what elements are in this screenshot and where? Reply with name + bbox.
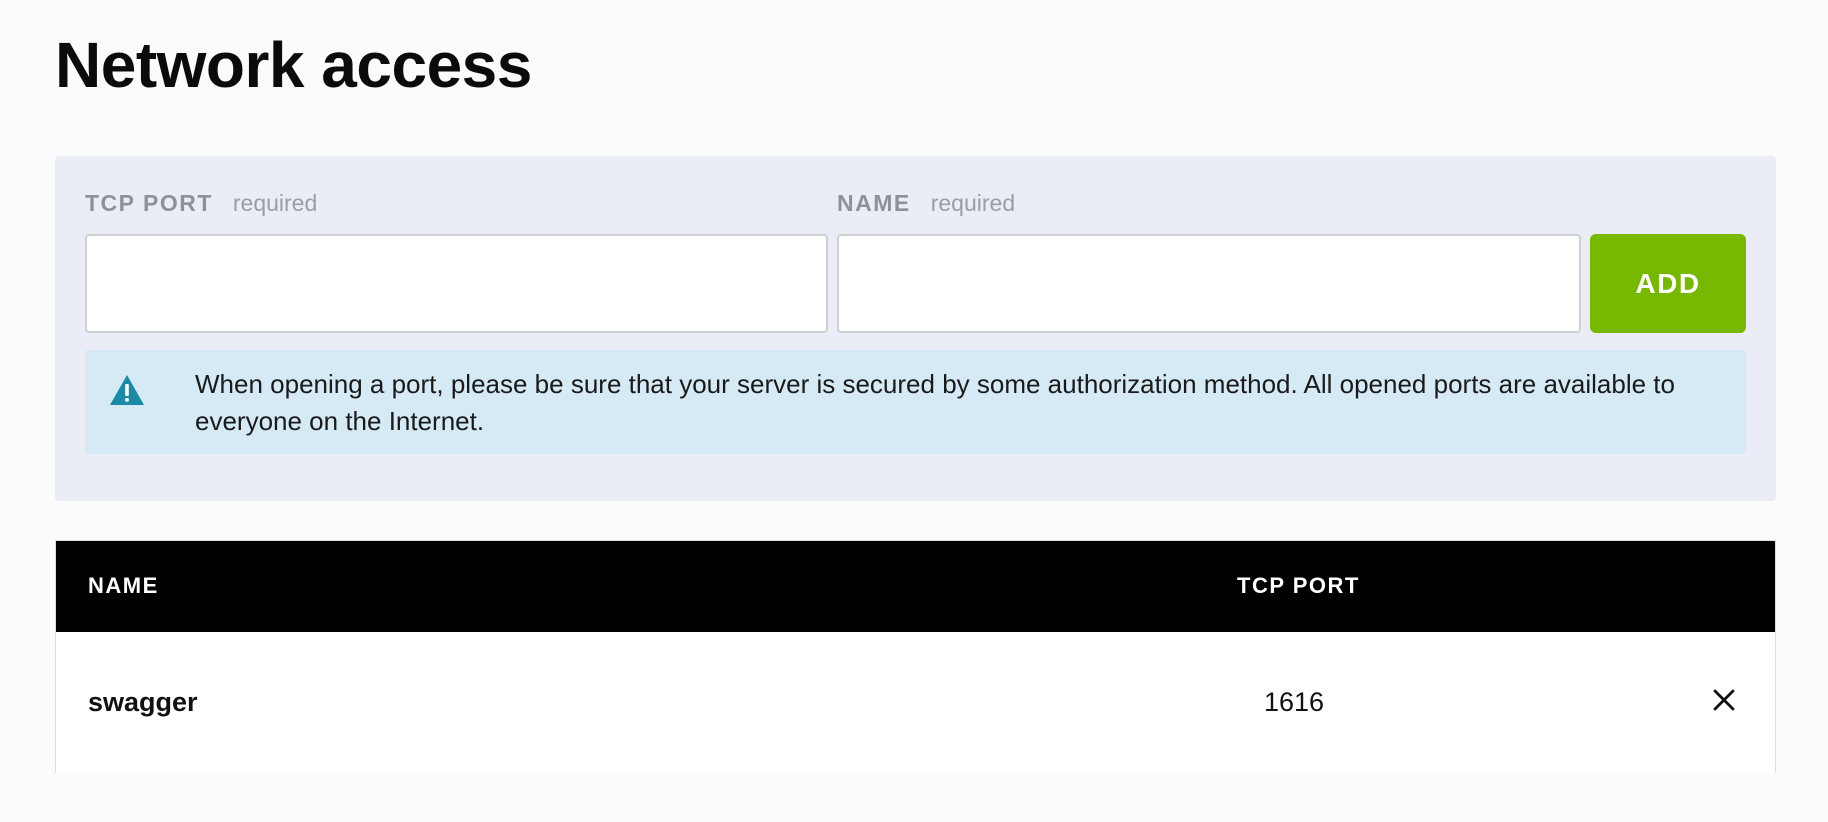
add-button[interactable]: ADD <box>1590 234 1746 333</box>
page-title: Network access <box>55 29 532 101</box>
name-field-label: NAME required <box>837 190 1015 217</box>
name-input[interactable] <box>837 234 1581 333</box>
tcp-port-field-label: TCP PORT required <box>85 190 317 217</box>
alert-message: When opening a port, please be sure that… <box>195 369 1675 436</box>
tcp-port-label: TCP PORT <box>85 190 213 216</box>
tcp-port-required-hint: required <box>232 190 318 216</box>
column-header-name: NAME <box>88 573 159 598</box>
network-access-page: Network access TCP PORT required NAME re… <box>0 0 1828 822</box>
ports-table: NAME TCP PORT swagger 1616 <box>55 540 1776 773</box>
add-port-form: TCP PORT required NAME required ADD When… <box>55 156 1776 501</box>
name-label: NAME <box>837 190 911 216</box>
delete-port-button[interactable] <box>1709 685 1739 715</box>
tcp-port-input[interactable] <box>85 234 828 333</box>
column-header-tcp-port: TCP PORT <box>1237 573 1360 598</box>
close-icon <box>1713 689 1735 711</box>
table-row: swagger 1616 <box>56 632 1775 773</box>
row-name-cell: swagger <box>88 687 198 717</box>
warning-triangle-icon <box>110 375 144 405</box>
name-required-hint: required <box>930 190 1016 216</box>
security-warning-alert: When opening a port, please be sure that… <box>85 350 1746 454</box>
table-header: NAME TCP PORT <box>56 541 1775 632</box>
row-port-cell: 1616 <box>1264 687 1325 717</box>
